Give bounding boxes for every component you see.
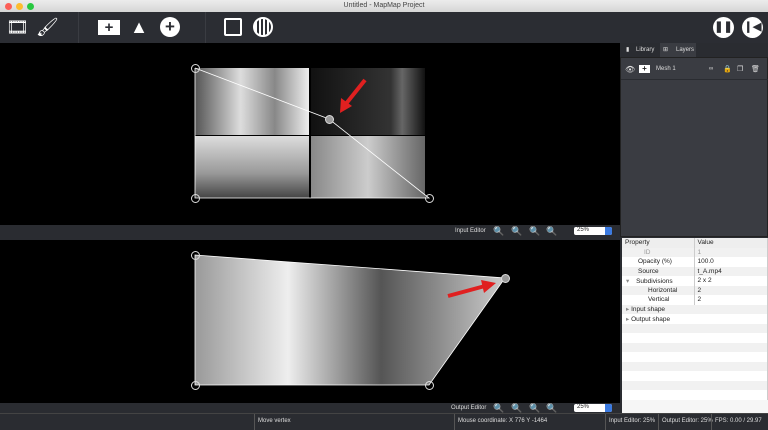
input-zoom-status: Input Editor: 25% [605,414,655,430]
close-button[interactable] [5,3,12,10]
add-mesh-icon[interactable]: + [98,16,120,38]
layer-item[interactable]: 👁 + Mesh 1 ∞ 🔒 ❐ 🗑 [621,60,768,80]
vertex-handle[interactable] [190,193,200,203]
table-row[interactable]: ▾ Subdivisions 2 x 2 [622,276,768,286]
eye-icon[interactable]: 👁 [625,65,635,74]
output-editor-bar: Output Editor 🔍 🔍 🔍 🔍 25% [0,403,620,413]
column-header: Value [694,238,768,248]
output-zoom-status: Output Editor: 25% [658,414,713,430]
table-row[interactable]: Vertical 2 [622,295,768,305]
test-signal-icon[interactable] [252,16,274,38]
fps-status: FPS: 0.00 / 29.97 [711,414,762,430]
mouse-coordinate: Mouse coordinate: X 776 Y -1464 [454,414,547,430]
layer-list: 👁 + Mesh 1 ∞ 🔒 ❐ 🗑 [620,57,768,237]
tab-library[interactable]: ▮ Library [622,43,660,57]
property-table: Property Value ID 1 Opacity (%) 100.0 Sourc… [622,238,768,413]
add-media-icon[interactable]: 🎞 [6,16,29,38]
link-icon[interactable]: ∞ [709,66,713,72]
status-bar: Move vertex Mouse coordinate: X 776 Y -1… [0,413,768,430]
output-editor-canvas[interactable] [0,240,620,403]
vertex-handle[interactable] [424,193,434,203]
status-action: Move vertex [254,414,291,430]
layer-name: Mesh 1 [656,66,676,72]
table-row[interactable]: ▸ Input shape [622,304,768,314]
output-zoom-select[interactable]: 25% [574,404,612,412]
minimize-button[interactable] [16,3,23,10]
table-row[interactable]: Opacity (%) 100.0 [622,257,768,267]
input-editor-bar: Input Editor 🔍 🔍 🔍 🔍 25% [0,225,620,237]
duplicate-icon[interactable]: ❐ [737,65,743,73]
input-shape-outline [194,67,431,199]
output-editor-label: Output Editor [451,405,487,411]
input-editor-canvas[interactable] [0,43,620,225]
maximize-button[interactable] [27,3,34,10]
zoom-reset-icon[interactable]: 🔍 [529,226,540,237]
zoom-fit-icon[interactable]: 🔍 [546,226,557,237]
table-row[interactable]: Horizontal 2 [622,285,768,295]
input-editor-label: Input Editor [455,228,486,234]
toolbar: 🎞 🖌 + ▲ + ❚❚ ❙◀ [0,12,768,43]
rewind-icon[interactable]: ❙◀ [741,16,763,38]
lock-icon[interactable]: 🔒 [723,65,732,73]
vertex-handle[interactable] [190,63,200,73]
zoom-out-icon[interactable]: 🔍 [511,226,522,237]
fullscreen-icon[interactable] [222,16,244,38]
add-triangle-icon[interactable]: ▲ [128,16,150,38]
input-zoom-select[interactable]: 25% [574,227,612,235]
mesh-icon: + [639,65,650,73]
vertex-handle[interactable] [500,273,510,283]
add-ellipse-icon[interactable]: + [159,16,181,38]
vertex-handle[interactable] [190,380,200,390]
vertex-handle[interactable] [424,380,434,390]
vertex-handle[interactable] [324,114,334,124]
pause-icon[interactable]: ❚❚ [712,16,734,38]
table-row[interactable]: Source t_A.mp4 [622,266,768,276]
output-shape [194,254,506,386]
title-bar: Untitled - MapMap Project [0,0,768,12]
tab-layers[interactable]: ⊞ Layers [660,43,696,57]
table-row: ID 1 [622,247,768,257]
trash-icon[interactable]: 🗑 [751,65,760,73]
red-arrow [343,78,367,107]
table-row[interactable]: ▸ Output shape [622,314,768,324]
zoom-in-icon[interactable]: 🔍 [493,226,504,237]
vertex-handle[interactable] [190,250,200,260]
add-paint-icon[interactable]: 🖌 [36,16,59,38]
column-header: Property [622,238,695,248]
window-title: Untitled - MapMap Project [343,2,425,9]
side-panel: ▮ Library ⊞ Layers 👁 + Mesh 1 ∞ 🔒 ❐ 🗑 Prop… [620,43,768,413]
